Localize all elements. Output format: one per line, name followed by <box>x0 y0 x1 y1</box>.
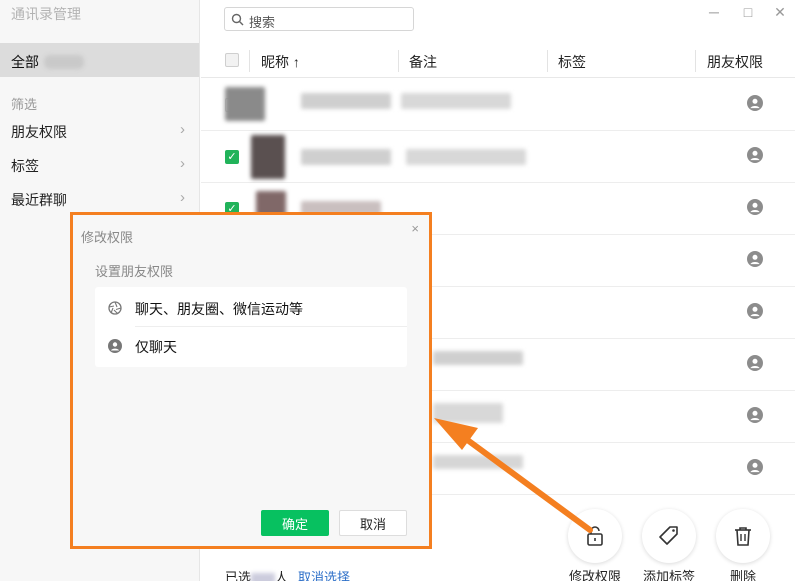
sidebar-item-tags[interactable]: 标签 › <box>0 150 199 180</box>
search-input[interactable]: 搜索 <box>224 7 414 31</box>
delete-button[interactable] <box>716 509 770 563</box>
column-header-remark[interactable]: 备注 <box>409 52 437 72</box>
permission-options: 聊天、朋友圈、微信运动等 仅聊天 <box>95 287 407 367</box>
row-checkbox[interactable]: ✓ <box>225 150 239 164</box>
column-divider <box>249 50 250 72</box>
redacted-content <box>401 93 511 109</box>
add-tag-button[interactable] <box>642 509 696 563</box>
filter-section-title: 筛选 <box>11 97 38 112</box>
column-header-permission[interactable]: 朋友权限 <box>707 52 763 72</box>
redacted-content <box>406 149 526 165</box>
delete-label: 删除 <box>729 569 756 581</box>
table-header: 昵称 ↑ 备注 标签 朋友权限 <box>201 44 795 78</box>
modify-permission-label: 修改权限 <box>568 569 621 581</box>
modify-permission-dialog: 修改权限 × 设置朋友权限 聊天、朋友圈、微信运动等 仅聊天 确定 取消 <box>70 212 432 549</box>
person-icon <box>747 303 763 319</box>
search-placeholder: 搜索 <box>249 15 276 30</box>
redacted-content <box>301 149 391 165</box>
redacted-content <box>225 87 265 121</box>
option-full-access[interactable]: 聊天、朋友圈、微信运动等 <box>95 289 407 327</box>
person-icon <box>747 355 763 371</box>
column-header-tags[interactable]: 标签 <box>558 52 586 72</box>
modify-permission-button[interactable] <box>568 509 622 563</box>
sidebar-item-all[interactable]: 全部 <box>0 43 199 77</box>
redacted-content <box>301 93 391 109</box>
confirm-button[interactable]: 确定 <box>261 510 329 536</box>
selected-count: 已选 人 <box>225 567 288 581</box>
option-chat-only[interactable]: 仅聊天 <box>95 327 407 365</box>
table-row[interactable] <box>201 79 795 131</box>
sidebar-item-label: 朋友权限 <box>11 124 67 140</box>
dialog-subtitle: 设置朋友权限 <box>95 264 174 279</box>
close-window-button[interactable]: ✕ <box>770 4 790 21</box>
redacted-content <box>433 455 523 469</box>
redacted-content <box>251 135 285 179</box>
sidebar-item-label: 标签 <box>11 158 39 174</box>
selected-number <box>251 572 276 581</box>
select-all-checkbox[interactable] <box>225 53 239 67</box>
sidebar-item-friend-permission[interactable]: 朋友权限 › <box>0 116 199 146</box>
option-label: 聊天、朋友圈、微信运动等 <box>135 301 303 317</box>
column-divider <box>547 50 548 72</box>
selected-prefix: 已选 <box>225 570 252 581</box>
cancel-button[interactable]: 取消 <box>339 510 407 536</box>
tag-icon <box>659 526 678 545</box>
table-row[interactable]: ✓ <box>201 131 795 183</box>
person-icon <box>747 147 763 163</box>
sidebar-item-label: 全部 <box>11 54 39 70</box>
minimize-button[interactable]: ─ <box>704 4 724 20</box>
person-icon <box>747 199 763 215</box>
add-tag-label: 添加标签 <box>642 569 695 581</box>
option-label: 仅聊天 <box>135 339 177 355</box>
column-divider <box>695 50 696 72</box>
app-title: 通讯录管理 <box>11 6 81 22</box>
chevron-right-icon: › <box>180 155 185 172</box>
aperture-icon <box>108 301 122 315</box>
column-divider <box>398 50 399 72</box>
sidebar-item-label: 最近群聊 <box>11 192 67 208</box>
contact-count-badge <box>44 55 84 69</box>
chevron-right-icon: › <box>180 121 185 138</box>
search-icon <box>231 13 244 26</box>
maximize-button[interactable]: □ <box>738 4 758 20</box>
dialog-close-button[interactable]: × <box>411 221 419 236</box>
chevron-right-icon: › <box>180 189 185 206</box>
person-icon <box>747 459 763 475</box>
sidebar-item-recent-groups[interactable]: 最近群聊 › <box>0 184 199 214</box>
cancel-selection-link[interactable]: 取消选择 <box>298 567 350 581</box>
selected-suffix: 人 <box>275 570 289 581</box>
column-header-nickname[interactable]: 昵称 ↑ <box>261 52 300 72</box>
redacted-content <box>433 403 503 423</box>
person-icon <box>747 407 763 423</box>
person-icon <box>747 251 763 267</box>
lock-icon <box>587 526 603 546</box>
trash-icon <box>735 527 751 546</box>
person-icon <box>747 95 763 111</box>
dialog-title: 修改权限 <box>81 230 134 245</box>
person-icon <box>108 339 122 353</box>
redacted-content <box>433 351 523 365</box>
